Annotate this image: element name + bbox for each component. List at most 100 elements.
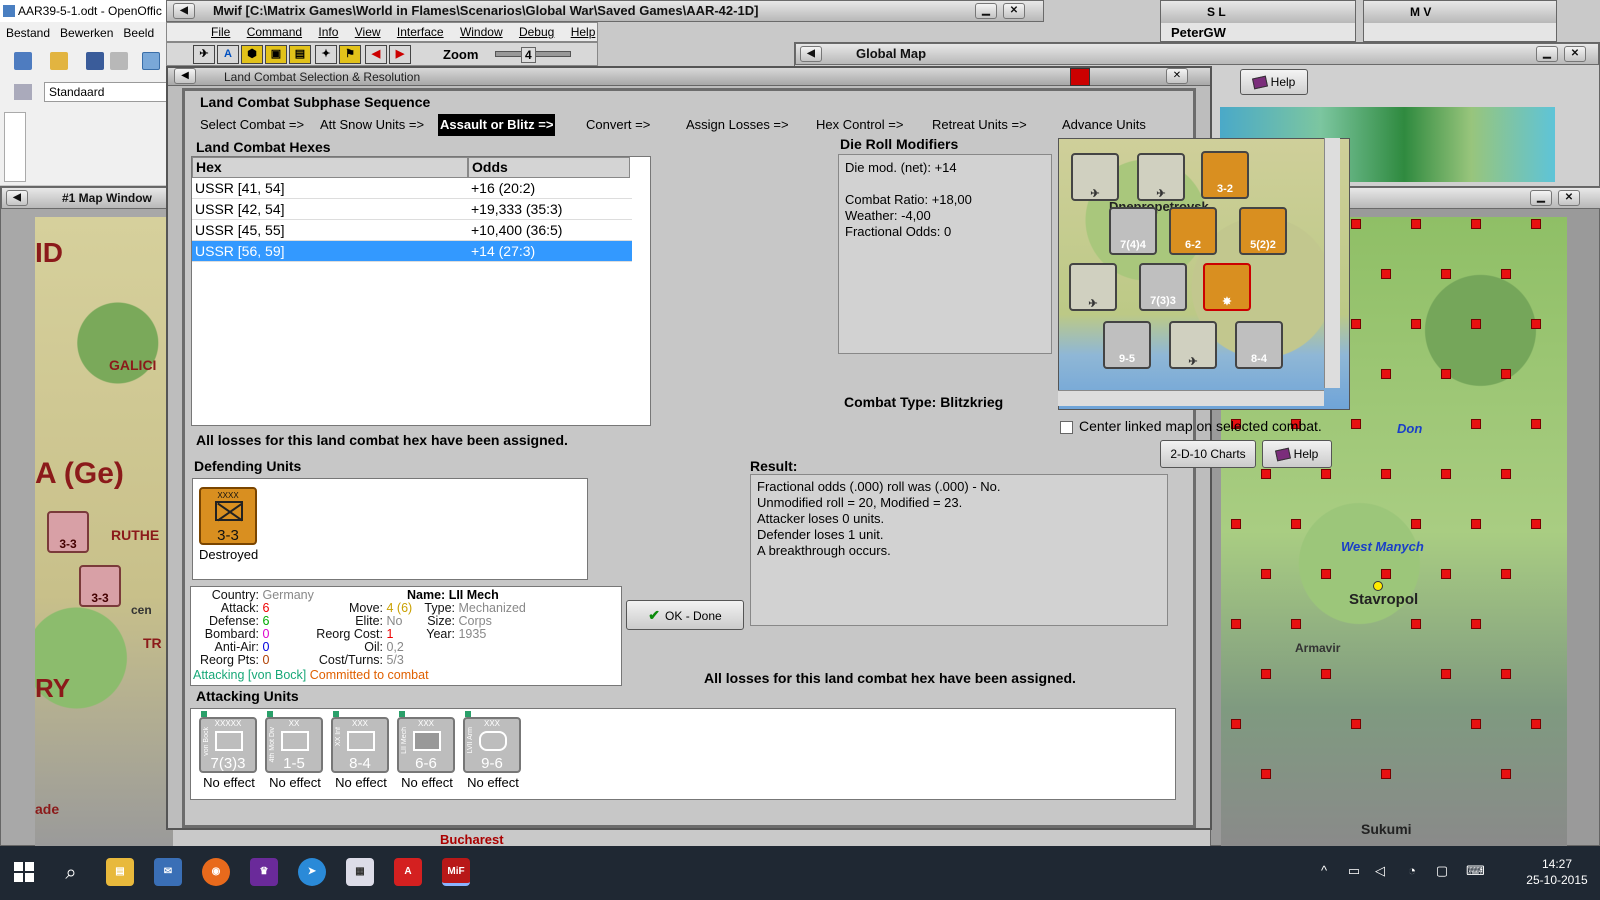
aircraft-counter-icon[interactable]: ✈ bbox=[1169, 321, 1217, 369]
network-icon[interactable]: ◔ bbox=[1404, 864, 1420, 878]
global-close-icon[interactable]: ✕ bbox=[1564, 46, 1586, 62]
attacker-unit-counter[interactable]: XXX LII Mech 6-6 bbox=[397, 717, 455, 773]
battery-icon[interactable]: ▭ bbox=[1346, 864, 1362, 878]
table-row[interactable]: USSR [41, 54] +16 (20:2) bbox=[192, 178, 632, 199]
menu-debug[interactable]: Debug bbox=[519, 25, 554, 39]
map2-minimize-icon[interactable]: ▁ bbox=[1530, 190, 1552, 206]
map-unit-counter[interactable]: 5(2)2 bbox=[1239, 207, 1287, 255]
mini-map-vertical-scrollbar[interactable] bbox=[1324, 138, 1340, 388]
minimize-icon[interactable]: ▁ bbox=[975, 3, 997, 19]
arrow-left-icon[interactable]: ◀ bbox=[365, 45, 387, 64]
edit-mode-icon[interactable] bbox=[142, 52, 160, 70]
new-doc-icon[interactable] bbox=[14, 52, 32, 70]
pdf-reader-icon[interactable]: A bbox=[394, 858, 422, 886]
open-folder-icon[interactable] bbox=[50, 52, 68, 70]
column-header-hex[interactable]: Hex bbox=[192, 157, 468, 178]
attacker-unit-counter[interactable]: XXXXX von Bock 7(3)3 bbox=[199, 717, 257, 773]
attacker-unit[interactable]: XXXXX von Bock 7(3)3 No effect bbox=[199, 711, 259, 790]
menu-bestand[interactable]: Bestand bbox=[6, 26, 50, 40]
global-system-icon[interactable]: ◀ bbox=[800, 46, 822, 62]
export-icon[interactable] bbox=[110, 52, 128, 70]
army-a-icon[interactable]: A bbox=[217, 45, 239, 64]
menu-interface[interactable]: Interface bbox=[397, 25, 444, 39]
menu-window[interactable]: Window bbox=[460, 25, 503, 39]
map2-close-icon[interactable]: ✕ bbox=[1558, 190, 1580, 206]
zoom-value[interactable]: 4 bbox=[521, 47, 536, 63]
menu-file[interactable]: File bbox=[211, 25, 230, 39]
file-explorer-icon[interactable]: ▤ bbox=[106, 858, 134, 886]
defender-unit-counter[interactable]: XXXX 3-3 bbox=[199, 487, 257, 545]
center-linked-map-checkbox[interactable]: Center linked map on selected combat. bbox=[1060, 418, 1322, 434]
flag-tool-icon[interactable]: ⚑ bbox=[339, 45, 361, 64]
map1-system-icon[interactable]: ◀ bbox=[6, 190, 28, 206]
charts-button[interactable]: 2-D-10 Charts bbox=[1160, 440, 1256, 468]
app-icon[interactable]: ➤ bbox=[298, 858, 326, 886]
table-row-selected[interactable]: USSR [56, 59] +14 (27:3) bbox=[192, 241, 632, 262]
arrow-right-icon[interactable]: ▶ bbox=[389, 45, 411, 64]
attacker-unit[interactable]: XX 4th Mot Div 1-5 No effect bbox=[265, 711, 325, 790]
menu-info[interactable]: Info bbox=[318, 25, 338, 39]
checkbox-icon[interactable] bbox=[1060, 420, 1073, 434]
paragraph-style-select[interactable]: Standaard bbox=[44, 82, 170, 102]
keyboard-icon[interactable]: ⌨ bbox=[1466, 864, 1485, 878]
aircraft-counter-icon[interactable]: ✈ bbox=[1069, 263, 1117, 311]
notification-icon[interactable]: ▢ bbox=[1434, 864, 1450, 878]
column-header-odds[interactable]: Odds bbox=[468, 157, 630, 178]
menu-bewerken[interactable]: Bewerken bbox=[60, 26, 113, 40]
attacker-unit[interactable]: XXX XX Inf 8-4 No effect bbox=[331, 711, 391, 790]
menu-view[interactable]: View bbox=[355, 25, 381, 39]
mwif-system-icon[interactable]: ◀ bbox=[173, 3, 195, 19]
dialog-system-icon[interactable]: ◀ bbox=[174, 68, 196, 84]
aircraft-counter-icon[interactable]: ✈ bbox=[1137, 153, 1185, 201]
mini-map-horizontal-scrollbar[interactable] bbox=[1058, 390, 1324, 406]
map-unit-counter[interactable]: 3-3 bbox=[79, 565, 121, 607]
help-button[interactable]: Help bbox=[1262, 440, 1332, 468]
clock-date: 25-10-2015 bbox=[1526, 873, 1588, 887]
map-unit-counter[interactable]: 8-4 bbox=[1235, 321, 1283, 369]
star-tool-icon[interactable]: ✦ bbox=[315, 45, 337, 64]
menu-help[interactable]: Help bbox=[571, 25, 596, 39]
map-unit-counter[interactable]: 7(4)4 bbox=[1109, 207, 1157, 255]
table-row[interactable]: USSR [42, 54] +19,333 (35:3) bbox=[192, 199, 632, 220]
search-icon[interactable]: ⌕ bbox=[58, 860, 84, 886]
aircraft-counter-icon[interactable]: ✈ bbox=[1071, 153, 1119, 201]
styles-icon[interactable] bbox=[14, 84, 32, 100]
menu-beeld[interactable]: Beeld bbox=[123, 26, 154, 40]
tray-chevron-icon[interactable]: ^ bbox=[1316, 864, 1332, 878]
result-line: A breakthrough occurs. bbox=[757, 543, 891, 558]
ok-done-button[interactable]: ✔ OK - Done bbox=[626, 600, 744, 630]
map-1-view[interactable]: ID GALICI A (Ge) RUTHE cen TR RY ade 3-3… bbox=[35, 217, 173, 847]
attacker-unit-counter[interactable]: XXX XX Inf 8-4 bbox=[331, 717, 389, 773]
combat-mini-map[interactable]: Dnepropetrovsk ✈ ✈ 3-2 7(4)4 6-2 5(2)2 ✈… bbox=[1058, 138, 1350, 410]
close-icon[interactable]: ✕ bbox=[1003, 3, 1025, 19]
map-unit-counter[interactable]: 7(3)3 bbox=[1139, 263, 1187, 311]
global-minimize-icon[interactable]: ▁ bbox=[1536, 46, 1558, 62]
map-unit-counter[interactable]: 3-3 bbox=[47, 511, 89, 553]
map-unit-counter[interactable]: 6-2 bbox=[1169, 207, 1217, 255]
aircraft-icon[interactable]: ✈ bbox=[193, 45, 215, 64]
notes-tool-icon[interactable]: ▤ bbox=[289, 45, 311, 64]
system-clock[interactable]: 14:27 25-10-2015 bbox=[1522, 856, 1592, 888]
map-label-west-manych: West Manych bbox=[1341, 539, 1424, 554]
table-row[interactable]: USSR [45, 55] +10,400 (36:5) bbox=[192, 220, 632, 241]
global-help-button[interactable]: Help bbox=[1240, 69, 1308, 95]
combat-marker-icon[interactable]: ✸ bbox=[1203, 263, 1251, 311]
grid-tool-icon[interactable]: ▣ bbox=[265, 45, 287, 64]
volume-icon[interactable]: ◁ bbox=[1372, 864, 1388, 878]
document-app-icon[interactable]: ▦ bbox=[346, 858, 374, 886]
outlook-icon[interactable]: ✉ bbox=[154, 858, 182, 886]
start-button[interactable] bbox=[14, 862, 34, 882]
map-unit-counter[interactable]: 3-2 bbox=[1201, 151, 1249, 199]
dialog-close-icon[interactable]: ✕ bbox=[1166, 68, 1188, 84]
firefox-icon[interactable]: ◉ bbox=[202, 858, 230, 886]
attacker-unit-counter[interactable]: XX 4th Mot Div 1-5 bbox=[265, 717, 323, 773]
attacker-unit-counter[interactable]: XXX LVII Arm 9-6 bbox=[463, 717, 521, 773]
game-launcher-icon[interactable]: ♛ bbox=[250, 858, 278, 886]
attacker-unit[interactable]: XXX LVII Arm 9-6 No effect bbox=[463, 711, 523, 790]
hex-tool-icon[interactable]: ⬢ bbox=[241, 45, 263, 64]
menu-command[interactable]: Command bbox=[247, 25, 302, 39]
attacker-unit[interactable]: XXX LII Mech 6-6 No effect bbox=[397, 711, 457, 790]
mwif-app-icon[interactable]: MiF bbox=[442, 858, 470, 886]
save-icon[interactable] bbox=[86, 52, 104, 70]
map-unit-counter[interactable]: 9-5 bbox=[1103, 321, 1151, 369]
